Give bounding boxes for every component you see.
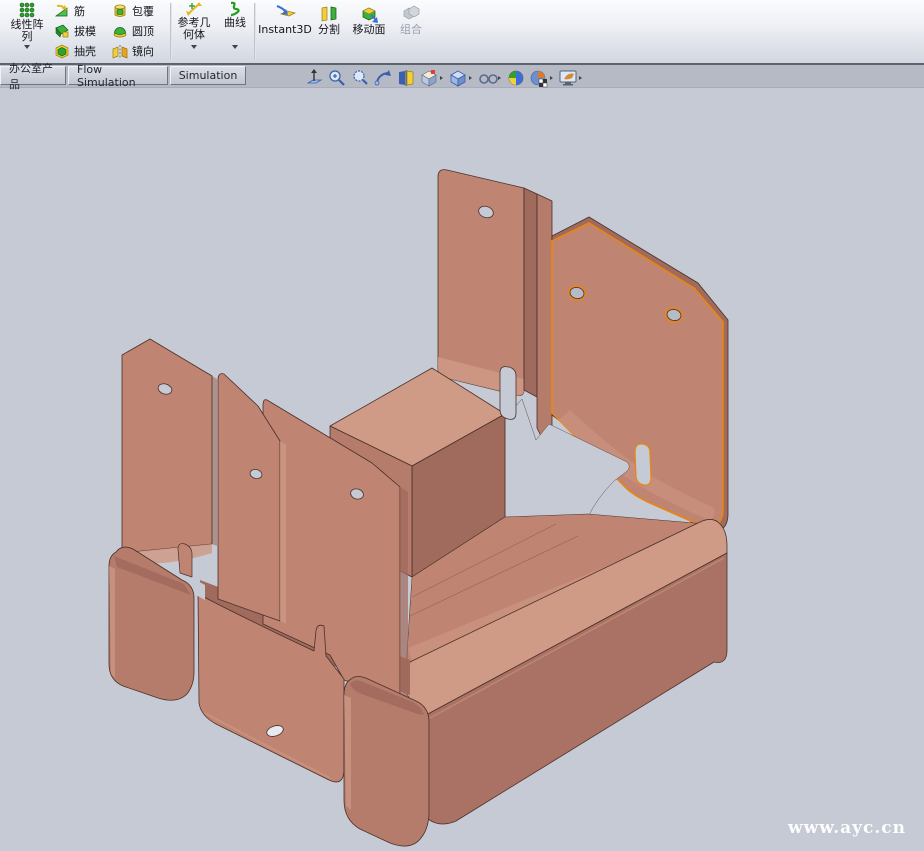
zoom-to-fit-icon[interactable] [303, 67, 325, 89]
view-orientation-icon[interactable] [418, 67, 446, 89]
draft-button[interactable]: 拔模 [54, 21, 96, 41]
tab-simulation[interactable]: Simulation [170, 66, 246, 85]
linear-pattern-icon [18, 1, 36, 19]
reference-geometry-button[interactable]: 参考几何体 [173, 1, 215, 49]
rotate-view-icon[interactable] [372, 67, 394, 89]
split-button[interactable]: 分割 [313, 4, 345, 36]
right-plate-notch [635, 444, 651, 485]
move-face-icon [359, 4, 379, 24]
headsup-view-toolbar [303, 67, 585, 89]
zoom-in-out-icon[interactable] [349, 67, 371, 89]
draft-label: 拔模 [74, 23, 96, 39]
dome-label: 圆顶 [132, 23, 154, 39]
tab-office-products[interactable]: 办公室产品 [0, 66, 66, 85]
plate-c-fold [400, 487, 408, 703]
chevron-down-icon[interactable] [191, 45, 197, 49]
rib-icon [54, 3, 70, 19]
chevron-down-icon[interactable] [232, 45, 238, 49]
left-box-tab [178, 544, 192, 577]
plate-b-edge [280, 441, 286, 624]
split-label: 分割 [318, 24, 340, 36]
edit-appearance-icon[interactable] [505, 67, 527, 89]
mirror-label: 镜向 [132, 43, 154, 59]
shell-button[interactable]: 抽壳 [54, 41, 96, 61]
rib-label: 筋 [74, 3, 85, 19]
solidworks-window: www.ayc.cn 线性阵列 筋 [0, 0, 924, 851]
combine-icon [401, 4, 421, 24]
watermark: www.ayc.cn [788, 818, 906, 838]
tab-flow-simulation[interactable]: Flow Simulation [68, 66, 168, 85]
dome-button[interactable]: 圆顶 [112, 21, 154, 41]
combine-button: 组合 [394, 4, 428, 36]
zoom-to-area-icon[interactable] [326, 67, 348, 89]
reference-geometry-label: 参考几何体 [174, 17, 214, 41]
instant3d-label: Instant3D [258, 24, 312, 36]
sheet-metal-part[interactable] [109, 170, 728, 846]
dome-icon [112, 23, 128, 39]
fold-strip[interactable] [524, 188, 537, 397]
curves-icon [226, 1, 244, 17]
split-icon [319, 4, 339, 24]
chevron-down-icon[interactable] [24, 45, 30, 49]
fold-strip[interactable] [537, 194, 552, 458]
curves-label: 曲线 [224, 17, 246, 29]
combine-label: 组合 [400, 24, 422, 36]
reference-geometry-icon [185, 1, 203, 17]
plate-a-face[interactable] [122, 339, 212, 553]
instant3d-icon [273, 4, 297, 24]
instant3d-button[interactable]: Instant3D [258, 4, 312, 36]
graphics-area[interactable] [0, 0, 924, 851]
linear-pattern-label: 线性阵列 [9, 19, 45, 43]
move-face-label: 移动面 [353, 24, 386, 36]
plate-a-fold [212, 376, 217, 546]
features-toolbar: 线性阵列 筋 拔模 抽壳 [0, 0, 924, 65]
wrap-icon [112, 3, 128, 19]
mirror-icon [112, 43, 128, 59]
apply-scene-icon[interactable] [528, 67, 556, 89]
tab-label: Simulation [179, 69, 238, 82]
draft-icon [54, 23, 70, 39]
display-style-icon[interactable] [447, 67, 475, 89]
section-view-icon[interactable] [395, 67, 417, 89]
wrap-label: 包覆 [132, 3, 154, 19]
curves-button[interactable]: 曲线 [217, 1, 253, 49]
view-settings-icon[interactable] [557, 67, 585, 89]
toolbar-separator [254, 3, 256, 59]
toolbar-separator [170, 3, 172, 59]
keyhole-slot [500, 367, 516, 420]
rib-button[interactable]: 筋 [54, 1, 85, 21]
shell-label: 抽壳 [74, 43, 96, 59]
wrap-button[interactable]: 包覆 [112, 1, 154, 21]
mirror-button[interactable]: 镜向 [112, 41, 154, 61]
tab-label: 办公室产品 [9, 60, 57, 92]
shell-icon [54, 43, 70, 59]
hide-show-items-icon[interactable] [476, 67, 504, 89]
move-face-button[interactable]: 移动面 [347, 4, 391, 36]
tab-label: Flow Simulation [77, 63, 159, 89]
linear-pattern-button[interactable]: 线性阵列 [4, 1, 50, 49]
